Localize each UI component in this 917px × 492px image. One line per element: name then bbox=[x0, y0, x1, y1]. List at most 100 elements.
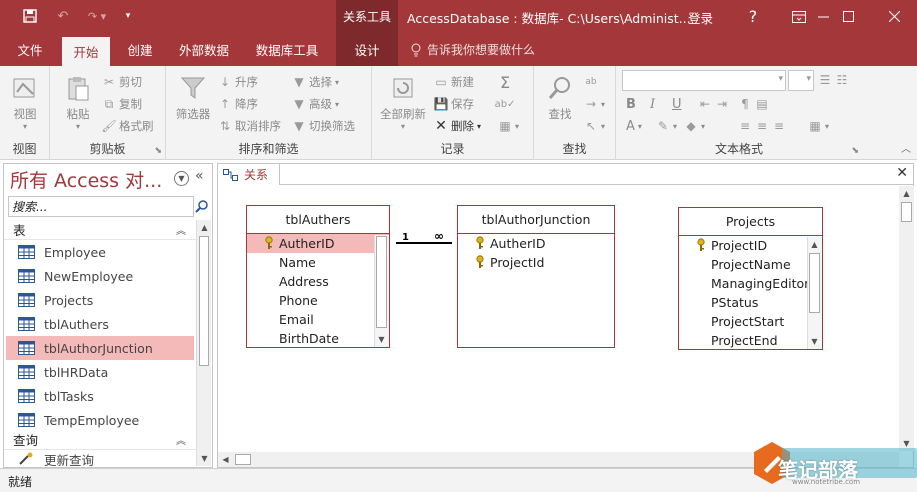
cut-button[interactable]: ✂ 剪切 bbox=[102, 72, 142, 92]
scroll-up-icon[interactable]: ▲ bbox=[808, 237, 821, 252]
font-size-combo[interactable]: ▾ bbox=[788, 70, 814, 91]
scroll-down-icon[interactable]: ▼ bbox=[197, 451, 212, 466]
totals-button[interactable]: Σ bbox=[498, 72, 512, 92]
close-window-icon[interactable] bbox=[871, 0, 917, 33]
table-field[interactable]: AutherID bbox=[458, 234, 614, 253]
doc-vscroll-thumb[interactable] bbox=[901, 202, 912, 222]
list-buttons[interactable]: ☰ ☷ bbox=[818, 70, 849, 90]
bold-button[interactable]: B bbox=[626, 94, 636, 114]
table-field[interactable]: PStatus bbox=[679, 293, 822, 312]
delete-record-button[interactable]: ✕ 删除 ▾ bbox=[434, 116, 481, 136]
spelling-button[interactable]: ab✓ bbox=[495, 94, 516, 114]
table-field[interactable]: BirthDate bbox=[247, 329, 389, 348]
tab-relationships[interactable]: 关系 bbox=[218, 164, 280, 185]
table-field[interactable]: AutherID bbox=[247, 234, 389, 253]
advanced-button[interactable]: ▼ 高级 ▾ bbox=[292, 94, 339, 114]
copy-button[interactable]: ⧉ 复制 bbox=[102, 94, 142, 114]
nav-section-tables[interactable]: 表 ︽ bbox=[4, 220, 196, 240]
table-window-projects[interactable]: Projects ProjectID ProjectName ManagingEdi… bbox=[678, 207, 823, 350]
nav-title[interactable]: 所有 Access 对... bbox=[10, 166, 162, 193]
help-button[interactable]: ? bbox=[730, 0, 776, 33]
tab-create[interactable]: 创建 bbox=[116, 33, 164, 66]
table-scrollbar[interactable]: ▼ bbox=[374, 235, 389, 347]
text-format-launcher-icon[interactable]: ⬊ bbox=[851, 146, 859, 156]
nav-table-item[interactable]: NewEmployee bbox=[6, 264, 194, 288]
nav-table-item[interactable]: TempEmployee bbox=[6, 408, 194, 432]
collapse-ribbon-icon[interactable]: ︿ bbox=[901, 140, 911, 155]
nav-menu-chevron-icon[interactable]: ▼ bbox=[174, 171, 189, 186]
nav-collapse-icon[interactable]: « bbox=[195, 168, 204, 184]
table-field[interactable]: Email bbox=[247, 310, 389, 329]
save-icon[interactable] bbox=[20, 7, 40, 25]
close-document-icon[interactable]: ✕ bbox=[896, 165, 908, 181]
tell-me-box[interactable]: 告诉我你想要做什么 bbox=[410, 33, 535, 66]
table-field[interactable]: ManagingEditor bbox=[679, 274, 822, 293]
select-button[interactable]: ↖ ▾ bbox=[584, 116, 605, 136]
table-field[interactable]: Name bbox=[247, 253, 389, 272]
indent-buttons[interactable]: ⇤ ⇥ bbox=[698, 94, 729, 114]
goto-button[interactable]: → ▾ bbox=[584, 94, 605, 114]
sort-ascending-button[interactable]: ↓ 升序 bbox=[218, 72, 258, 92]
scroll-down-icon[interactable]: ▼ bbox=[375, 332, 388, 347]
selection-button[interactable]: ▼ 选择 ▾ bbox=[292, 72, 339, 92]
maximize-icon[interactable] bbox=[825, 0, 871, 33]
tab-design[interactable]: 设计 bbox=[336, 33, 398, 66]
undo-icon[interactable]: ↶ bbox=[52, 7, 74, 25]
highlight-color-button[interactable]: ✎ ▾ bbox=[656, 116, 677, 136]
table-window-tblauthers[interactable]: tblAuthers AutherID Name Address Phone Email… bbox=[246, 205, 390, 348]
align-buttons[interactable]: ≡ ≡ ≡ bbox=[738, 116, 786, 136]
search-icon[interactable] bbox=[192, 197, 210, 216]
underline-button[interactable]: U bbox=[672, 94, 682, 114]
more-records-button[interactable]: ▦ ▾ bbox=[498, 116, 519, 136]
doc-vertical-scrollbar[interactable]: ▲ ▼ bbox=[899, 186, 914, 451]
nav-table-item[interactable]: Employee bbox=[6, 240, 194, 264]
table-field[interactable]: ProjectStart bbox=[679, 312, 822, 331]
table-scrollbar[interactable]: ▲ ▼ bbox=[807, 237, 822, 349]
relationship-line[interactable]: 1 ∞ bbox=[396, 230, 456, 250]
tab-external-data[interactable]: 外部数据 bbox=[172, 33, 236, 66]
table-title[interactable]: Projects bbox=[679, 208, 822, 236]
table-field[interactable]: ProjectId bbox=[458, 253, 614, 272]
scroll-up-icon[interactable]: ▲ bbox=[899, 186, 914, 201]
nav-section-queries[interactable]: 查询 ︽ bbox=[4, 430, 196, 450]
scroll-up-icon[interactable]: ▲ bbox=[197, 220, 212, 235]
nav-search-input[interactable] bbox=[8, 196, 194, 217]
view-button[interactable]: 视图 ▾ bbox=[3, 70, 47, 131]
paste-button[interactable]: 粘贴 ▾ bbox=[56, 70, 100, 131]
nav-table-item[interactable]: tblTasks bbox=[6, 384, 194, 408]
scroll-left-icon[interactable]: ◀ bbox=[218, 452, 233, 467]
filter-button[interactable]: 筛选器 bbox=[171, 70, 215, 122]
table-title[interactable]: tblAuthers bbox=[247, 206, 389, 234]
nav-table-item[interactable]: Projects bbox=[6, 288, 194, 312]
tab-database-tools[interactable]: 数据库工具 bbox=[248, 33, 326, 66]
scroll-down-icon[interactable]: ▼ bbox=[808, 334, 821, 349]
nav-query-update[interactable]: 更新查询 bbox=[6, 450, 194, 468]
font-name-combo[interactable]: ▾ bbox=[622, 70, 786, 91]
clear-sort-button[interactable]: ⇅ 取消排序 bbox=[218, 116, 281, 136]
table-field[interactable]: ProjectEnd bbox=[679, 331, 822, 350]
table-field[interactable]: ProjectName bbox=[679, 255, 822, 274]
table-scroll-thumb[interactable] bbox=[376, 236, 387, 328]
tab-file[interactable]: 文件 bbox=[6, 33, 54, 66]
nav-table-item[interactable]: tblAuthers bbox=[6, 312, 194, 336]
find-button[interactable]: 查找 bbox=[538, 70, 582, 122]
table-field[interactable]: Phone bbox=[247, 291, 389, 310]
customize-quick-access-icon[interactable]: ▾ bbox=[120, 7, 136, 25]
tab-home[interactable]: 开始 bbox=[62, 37, 110, 66]
toggle-filter-button[interactable]: ▼ 切换筛选 bbox=[292, 116, 355, 136]
clipboard-launcher-icon[interactable]: ⬊ bbox=[154, 146, 162, 156]
table-field[interactable]: ProjectID bbox=[679, 236, 822, 255]
fill-color-button[interactable]: ◆ ▾ bbox=[684, 116, 705, 136]
doc-hscroll-thumb[interactable] bbox=[235, 454, 251, 465]
sort-descending-button[interactable]: ↑ 降序 bbox=[218, 94, 258, 114]
redo-icon[interactable]: ↷ ▾ bbox=[82, 7, 112, 25]
nav-table-item[interactable]: tblAuthorJunction bbox=[6, 336, 194, 360]
table-field[interactable]: Address bbox=[247, 272, 389, 291]
italic-button[interactable]: I bbox=[650, 94, 655, 114]
refresh-all-button[interactable]: 全部刷新 ▾ bbox=[378, 70, 428, 131]
table-window-tblauthorjunction[interactable]: tblAuthorJunction AutherID ProjectId bbox=[457, 205, 615, 348]
replace-button[interactable]: ab bbox=[584, 72, 598, 92]
nav-table-item[interactable]: tblHRData bbox=[6, 360, 194, 384]
table-title[interactable]: tblAuthorJunction bbox=[458, 206, 614, 234]
nav-scrollbar[interactable]: ▲ ▼ bbox=[196, 220, 211, 466]
